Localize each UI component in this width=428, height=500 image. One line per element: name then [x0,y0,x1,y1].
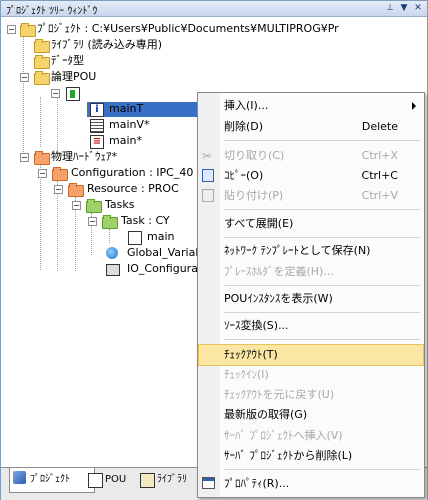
pin-icon[interactable]: ⊥ [385,3,395,13]
tab-library-label: ﾗｲﾌﾞﾗﾘ [157,474,187,485]
tree-label-resource: Resource : PROC [87,182,179,195]
collapse-icon[interactable]: − [20,73,29,82]
tree-label-mainT: mainT [109,102,144,115]
tab-pou[interactable]: POU [85,470,145,490]
tree-label-global-variables: Global_Variab [127,246,203,259]
tree-label-data-types: ﾃﾞｰﾀ型 [51,54,84,67]
tree-label-io-configuration: IO_Configurat [127,262,203,275]
folder-icon [34,151,50,165]
collapse-icon[interactable]: − [88,217,97,226]
paste-icon [202,189,214,202]
folder-icon [20,23,36,37]
menu-item-get-latest[interactable]: 最新版の取得(G) [198,405,424,425]
tree-label-main-code: main* [109,134,142,147]
menu-item-copy[interactable]: ｺﾋﾟｰ(O) Ctrl+C [198,166,424,186]
copy-icon [202,169,214,182]
program-icon [66,87,80,101]
menu-item-delete-server-project[interactable]: ｻｰﾊﾞ ﾌﾟﾛｼﾞｪｸﾄから削除(L) [198,446,424,466]
variables-icon [90,119,104,133]
submenu-arrow-icon [412,102,416,110]
folder-icon [34,55,50,69]
folder-icon [34,71,50,85]
tree-label-task-main: main [147,230,175,243]
project-tab-icon [13,471,26,484]
menu-item-undo-checkout[interactable]: ﾁｪｯｸｱｳﾄを元に戻す(U) [198,385,424,405]
tree-label-tasks: Tasks [105,198,135,211]
collapse-icon[interactable]: − [54,185,63,194]
menu-item-expand-all[interactable]: すべて展開(E) [198,214,424,234]
menu-item-checkin[interactable]: ﾁｪｯｸｲﾝ(I) [198,365,424,385]
folder-icon [34,39,50,53]
tree-label-main: main (読み込み専用)* [87,86,199,99]
folder-icon [52,167,68,181]
collapse-icon[interactable]: − [7,25,16,34]
close-icon[interactable]: ✕ [413,3,423,13]
window-title: ﾌﾟﾛｼﾞｪｸﾄ ﾂﾘｰ ｳｨﾝﾄﾞｳ [6,6,98,17]
collapse-icon[interactable]: − [72,201,81,210]
menu-item-define-placeholder[interactable]: ﾌﾟﾚｰｽﾎﾙﾀﾞを定義(H)... [198,262,424,282]
tree-label-logical-pou: 論理POU [51,70,97,83]
context-menu: 挿入(I)... 削除(D) Delete ✂ 切り取り(C) Ctrl+X ｺ… [197,92,425,498]
program-instance-icon [128,231,142,245]
menu-item-convert-source[interactable]: ｿｰｽ変換(S)... [198,316,424,336]
pou-tab-icon [88,473,103,488]
tree-label-task: Task : CY [121,214,170,227]
dropdown-icon[interactable]: ▼ [399,3,409,13]
code-icon: ≡ [90,135,104,149]
tree-label-configuration: Configuration : IPC_40 [71,166,194,179]
collapse-icon[interactable]: − [51,89,60,98]
tree-label-libraries: ﾗｲﾌﾞﾗﾘ (読み込み専用) [51,38,163,51]
window-titlebar: ﾌﾟﾛｼﾞｪｸﾄ ﾂﾘｰ ｳｨﾝﾄﾞｳ ⊥ ▼ ✕ [1,1,427,17]
menu-item-insert-server-project[interactable]: ｻｰﾊﾞ ﾌﾟﾛｼﾞｪｸﾄへ挿入(V) [198,426,424,446]
collapse-icon[interactable]: − [38,169,47,178]
menu-item-properties[interactable]: ﾌﾟﾛﾊﾟﾃｨ(R)... [198,474,424,494]
menu-item-insert[interactable]: 挿入(I)... [198,96,424,116]
collapse-icon[interactable]: − [20,153,29,162]
tree-label-mainV: mainV* [109,118,150,131]
folder-icon [102,215,118,229]
properties-icon [202,477,215,489]
menu-item-cut[interactable]: ✂ 切り取り(C) Ctrl+X [198,146,424,166]
tab-pou-label: POU [105,474,127,485]
io-config-icon [106,264,120,276]
tab-project-label: ﾌﾟﾛｼﾞｪｸﾄ [30,474,70,485]
menu-item-checkout[interactable]: ﾁｪｯｸｱｳﾄ(T) [198,344,424,366]
folder-icon [68,183,84,197]
scissors-icon: ✂ [202,149,213,163]
info-icon: i [90,103,104,117]
menu-item-paste[interactable]: 貼り付け(P) Ctrl+V [198,186,424,206]
tree-label-project: ﾌﾟﾛｼﾞｪｸﾄ : C:¥Users¥Public¥Documents¥MUL… [37,22,339,35]
tree-label-physical-hardware: 物理ﾊｰﾄﾞｳｪｱ* [51,150,117,163]
tab-project[interactable]: ﾌﾟﾛｼﾞｪｸﾄ [9,468,95,493]
library-tab-icon [140,473,155,488]
folder-icon [86,199,102,213]
menu-item-show-pou-instance[interactable]: POUｲﾝｽﾀﾝｽを表示(W) [198,289,424,309]
menu-item-save-network-template[interactable]: ﾈｯﾄﾜｰｸ ﾃﾝﾌﾟﾚｰﾄとして保存(N) [198,241,424,261]
menu-item-delete[interactable]: 削除(D) Delete [198,117,424,137]
globe-icon [106,247,118,259]
